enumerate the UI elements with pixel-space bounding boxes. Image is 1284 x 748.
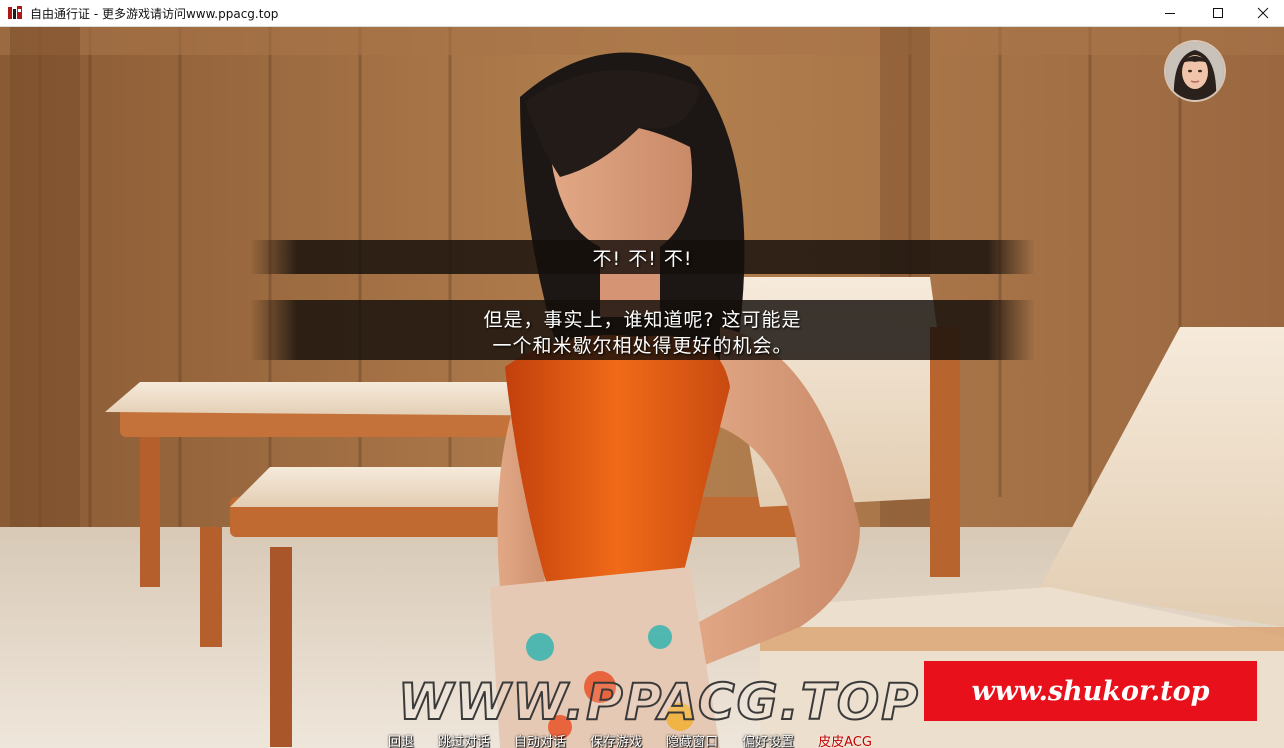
character-portrait: [1166, 42, 1224, 100]
scene-background: [0, 27, 1284, 748]
maximize-icon: [1213, 8, 1223, 18]
ppacg-watermark: WWW.PPACG.TOP: [397, 673, 920, 731]
quick-menu-preferences[interactable]: 偏好设置: [742, 731, 794, 748]
quick-menu-save[interactable]: 保存游戏: [590, 731, 642, 748]
quick-menu: 回退 跳过对话 自动对话 保存游戏 隐藏窗口 偏好设置 皮皮ACG: [388, 731, 872, 748]
dialogue-line-1: 不! 不! 不!: [592, 248, 693, 270]
quick-menu-rollback[interactable]: 回退: [388, 731, 414, 748]
close-icon: [1257, 7, 1269, 19]
quick-menu-pipiacg[interactable]: 皮皮ACG: [818, 731, 872, 748]
dialogue-box-2: 但是，事实上，谁知道呢? 这可能是 一个和米歇尔相处得更好的机会。: [250, 300, 1035, 360]
dialogue-box-1: 不! 不! 不!: [250, 240, 1035, 274]
minimize-button[interactable]: [1147, 0, 1193, 26]
game-viewport[interactable]: 不! 不! 不! 但是，事实上，谁知道呢? 这可能是 一个和米歇尔相处得更好的机…: [0, 27, 1284, 748]
dialogue-line-2a: 但是，事实上，谁知道呢? 这可能是: [483, 309, 802, 331]
window-titlebar: 自由通行证 - 更多游戏请访问www.ppacg.top: [0, 0, 1284, 27]
close-button[interactable]: [1240, 0, 1284, 26]
window-title: 自由通行证 - 更多游戏请访问www.ppacg.top: [30, 7, 279, 21]
quick-menu-hide[interactable]: 隐藏窗口: [666, 731, 718, 748]
dialogue-line-2b: 一个和米歇尔相处得更好的机会。: [492, 335, 793, 357]
quick-menu-auto[interactable]: 自动对话: [514, 731, 566, 748]
app-icon: [7, 5, 23, 21]
quick-menu-skip[interactable]: 跳过对话: [438, 731, 490, 748]
maximize-button[interactable]: [1195, 0, 1241, 26]
minimize-icon: [1165, 13, 1175, 14]
shukor-watermark: www.shukor.top: [924, 661, 1257, 721]
